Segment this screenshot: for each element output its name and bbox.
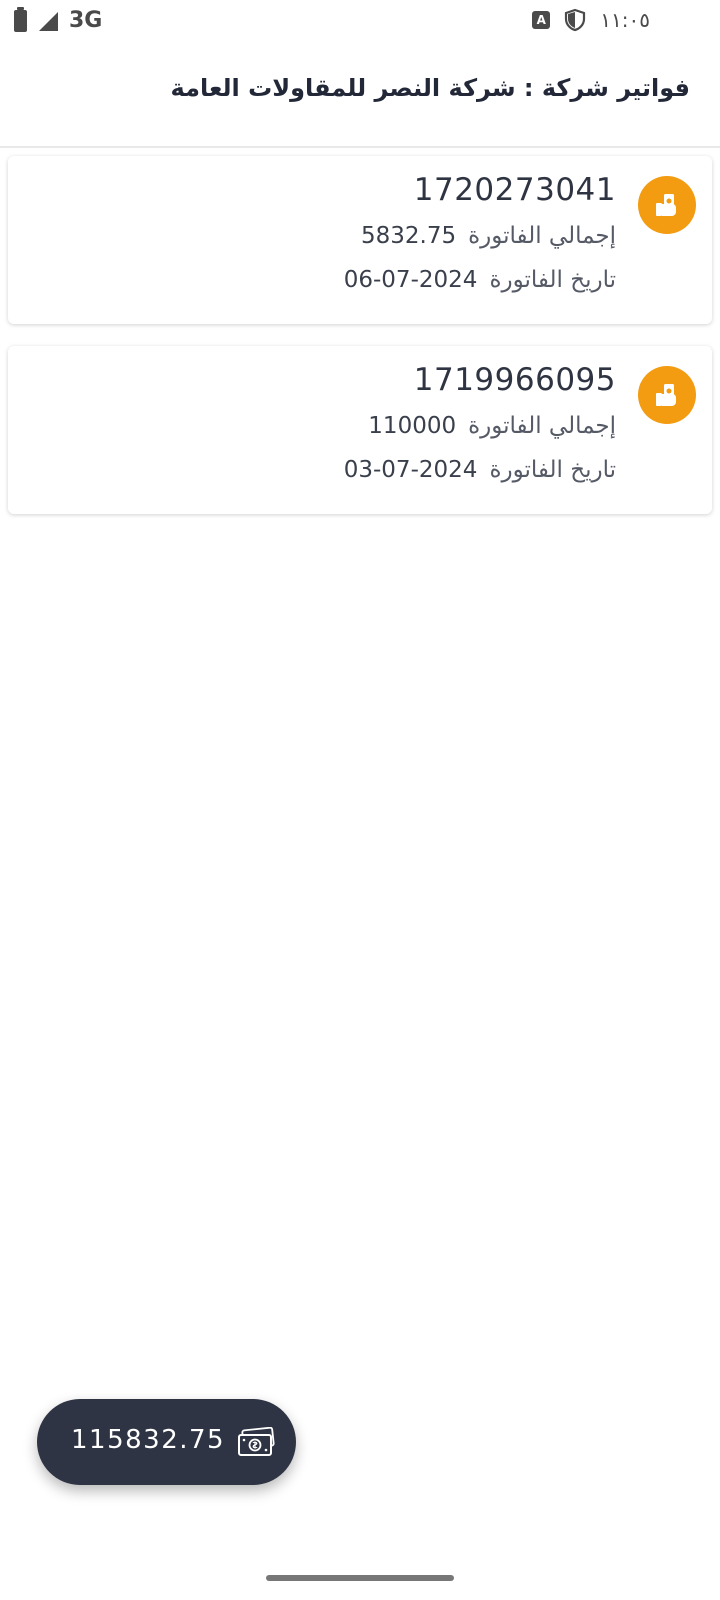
grand-total-button[interactable]: 115832.75 <box>37 1399 296 1485</box>
invoice-list: 1720273041 إجمالي الفاتورة 5832.75 تاريخ … <box>8 156 712 536</box>
screen: 3G A ١١:٠٥ فواتير شركة : شركة النصر للمق… <box>0 0 720 1600</box>
shield-icon <box>565 8 586 32</box>
grand-total-value: 115832.75 <box>71 1425 226 1455</box>
invoice-card[interactable]: 1720273041 إجمالي الفاتورة 5832.75 تاريخ … <box>8 156 712 324</box>
home-indicator[interactable] <box>266 1575 454 1581</box>
invoice-date-row: تاريخ الفاتورة 2024-07-06 <box>344 262 616 298</box>
hand-money-icon <box>638 176 696 234</box>
invoice-number: 1720273041 <box>413 172 616 208</box>
invoice-card[interactable]: 1719966095 إجمالي الفاتورة 110000 تاريخ ا… <box>8 346 712 514</box>
invoice-number: 1719966095 <box>413 362 616 398</box>
hand-money-icon <box>638 366 696 424</box>
invoice-date-value: 2024-07-03 <box>343 457 478 483</box>
invoice-total-label: إجمالي الفاتورة <box>468 413 616 439</box>
invoice-date-value: 2024-07-06 <box>343 267 478 293</box>
signal-icon <box>39 11 58 31</box>
status-left: 3G <box>14 6 103 33</box>
invoice-total-row: إجمالي الفاتورة 5832.75 <box>344 218 616 254</box>
invoice-date-row: تاريخ الفاتورة 2024-07-03 <box>344 452 616 488</box>
battery-icon <box>14 6 27 32</box>
page-title: فواتير شركة : شركة النصر للمقاولات العام… <box>170 74 690 102</box>
invoice-details: 1719966095 إجمالي الفاتورة 110000 تاريخ ا… <box>344 360 616 488</box>
status-right: A ١١:٠٥ <box>532 8 650 32</box>
keyboard-icon: A <box>532 11 551 29</box>
invoice-date-label: تاريخ الفاتورة <box>489 267 616 293</box>
invoice-details: 1720273041 إجمالي الفاتورة 5832.75 تاريخ … <box>344 170 616 298</box>
network-type: 3G <box>69 8 103 33</box>
clock: ١١:٠٥ <box>600 8 650 32</box>
status-bar: 3G A ١١:٠٥ <box>0 0 720 44</box>
app-header: فواتير شركة : شركة النصر للمقاولات العام… <box>0 44 720 148</box>
invoice-total-row: إجمالي الفاتورة 110000 <box>344 408 616 444</box>
invoice-total-value: 5832.75 <box>360 223 457 249</box>
invoice-total-label: إجمالي الفاتورة <box>468 223 616 249</box>
invoice-total-value: 110000 <box>368 413 457 439</box>
money-icon <box>238 1427 275 1456</box>
invoice-date-label: تاريخ الفاتورة <box>489 457 616 483</box>
